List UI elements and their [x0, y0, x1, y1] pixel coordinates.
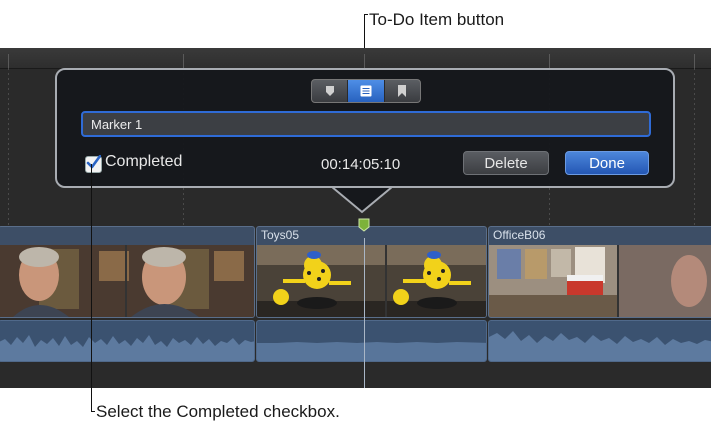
- bookmark-icon: [398, 85, 407, 97]
- standard-marker-button[interactable]: [312, 80, 349, 102]
- todo-button-callout: To-Do Item button: [369, 10, 505, 29]
- marker-type-segmented-control: [311, 79, 421, 103]
- popover-pointer: [332, 186, 392, 214]
- completed-checkbox[interactable]: [85, 155, 102, 173]
- timeline-ruler: [0, 48, 711, 69]
- clip-officeb06[interactable]: OfficeB06: [488, 226, 711, 318]
- checkmark-icon: [86, 155, 101, 169]
- todo-item-button[interactable]: [348, 80, 385, 102]
- clip-title: Toys05: [261, 228, 300, 242]
- chapter-marker-button[interactable]: [385, 80, 420, 102]
- playhead[interactable]: [364, 238, 365, 388]
- todo-list-icon: [360, 85, 372, 97]
- audio-waveform: [0, 320, 255, 362]
- completed-callout-leader: [91, 164, 92, 412]
- audio-waveform: [488, 320, 711, 362]
- todo-marker-icon[interactable]: [358, 218, 370, 232]
- clip-title: OfficeB06: [493, 228, 546, 242]
- clip-thumbnail: [489, 245, 711, 317]
- marker-name-field[interactable]: [81, 111, 651, 137]
- done-button[interactable]: Done: [565, 151, 649, 175]
- clip-thumbnail: [0, 245, 254, 317]
- clip-toys05[interactable]: Toys05: [256, 226, 487, 318]
- completed-callout-tick: [91, 411, 95, 412]
- todo-callout-tick: [364, 14, 368, 15]
- clip-thumbnail: [257, 245, 486, 317]
- clip-man-talking[interactable]: [0, 226, 255, 318]
- completed-label[interactable]: Completed: [105, 153, 182, 171]
- completed-checkbox-callout: Select the Completed checkbox.: [96, 402, 340, 421]
- audio-waveform: [256, 320, 487, 362]
- marker-timecode: 00:14:05:10: [321, 156, 401, 173]
- delete-button[interactable]: Delete: [463, 151, 549, 175]
- marker-icon: [325, 86, 334, 96]
- marker-popover: Completed 00:14:05:10 Delete Done: [55, 68, 675, 188]
